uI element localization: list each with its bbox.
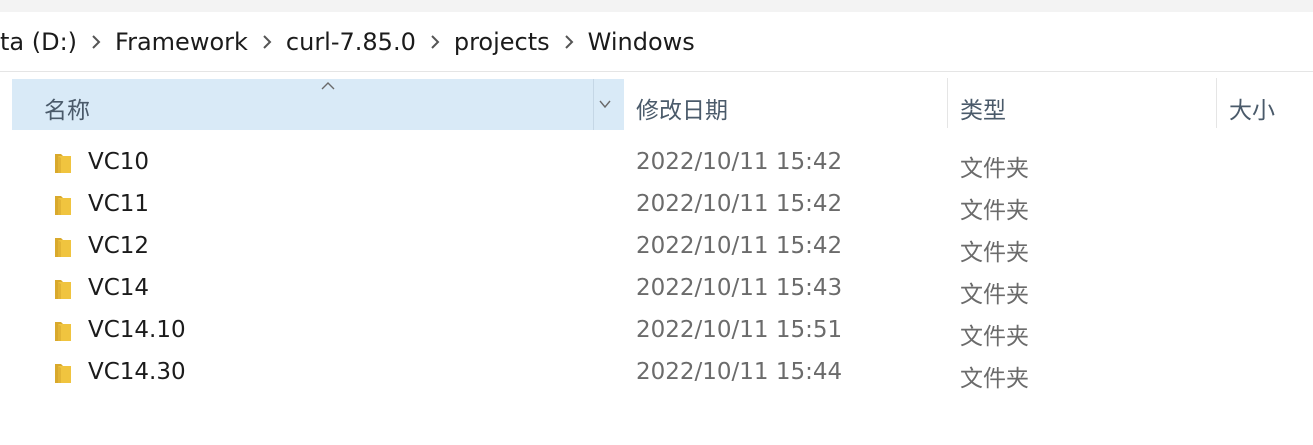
breadcrumb-item-curl[interactable]: curl-7.85.0 xyxy=(286,28,416,56)
file-list: VC10 2022/10/11 15:42 文件夹 VC11 2022/10/11 15… xyxy=(0,142,1313,394)
sort-ascending-icon xyxy=(321,82,335,90)
breadcrumb-chevron-icon[interactable] xyxy=(248,30,286,54)
file-row[interactable]: VC14.30 2022/10/11 15:44 文件夹 xyxy=(0,352,1313,394)
file-row[interactable]: VC14 2022/10/11 15:43 文件夹 xyxy=(0,268,1313,310)
column-header-type-label: 类型 xyxy=(960,98,1006,124)
column-header-split xyxy=(593,79,594,130)
column-header-name-label: 名称 xyxy=(44,98,90,124)
folder-icon xyxy=(55,196,71,215)
folder-icon xyxy=(55,364,71,383)
file-date-modified: 2022/10/11 15:44 xyxy=(636,359,843,385)
file-date-modified: 2022/10/11 15:43 xyxy=(636,275,843,301)
file-row[interactable]: VC12 2022/10/11 15:42 文件夹 xyxy=(0,226,1313,268)
file-name: VC14.10 xyxy=(88,317,186,343)
file-name: VC14 xyxy=(88,275,150,301)
file-type: 文件夹 xyxy=(960,282,1029,308)
column-header-size[interactable]: 大小 xyxy=(1217,79,1313,130)
file-type: 文件夹 xyxy=(960,156,1029,182)
address-bar[interactable]: ta (D:) Framework curl-7.85.0 projects W… xyxy=(0,12,1313,72)
breadcrumb-item-windows[interactable]: Windows xyxy=(588,28,695,56)
column-header-row: 名称 修改日期 类型 大小 xyxy=(0,72,1313,132)
file-type: 文件夹 xyxy=(960,198,1029,224)
column-header-name[interactable]: 名称 xyxy=(12,79,624,130)
file-type: 文件夹 xyxy=(960,240,1029,266)
breadcrumb: ta (D:) Framework curl-7.85.0 projects W… xyxy=(0,12,695,71)
breadcrumb-chevron-icon[interactable] xyxy=(77,30,115,54)
folder-icon xyxy=(55,154,71,173)
file-date-modified: 2022/10/11 15:51 xyxy=(636,317,843,343)
breadcrumb-item-drive[interactable]: ta (D:) xyxy=(0,28,77,56)
chevron-down-icon[interactable] xyxy=(597,96,613,112)
folder-icon xyxy=(55,280,71,299)
file-date-modified: 2022/10/11 15:42 xyxy=(636,233,843,259)
breadcrumb-item-projects[interactable]: projects xyxy=(454,28,550,56)
file-row[interactable]: VC10 2022/10/11 15:42 文件夹 xyxy=(0,142,1313,184)
breadcrumb-chevron-icon[interactable] xyxy=(550,30,588,54)
column-header-date-label: 修改日期 xyxy=(636,98,728,124)
column-header-type[interactable]: 类型 xyxy=(948,79,1217,130)
file-row[interactable]: VC11 2022/10/11 15:42 文件夹 xyxy=(0,184,1313,226)
column-header-date-modified[interactable]: 修改日期 xyxy=(624,79,948,130)
file-name: VC12 xyxy=(88,233,150,259)
breadcrumb-item-framework[interactable]: Framework xyxy=(115,28,248,56)
file-name: VC11 xyxy=(88,191,150,217)
column-header-size-label: 大小 xyxy=(1229,98,1275,124)
folder-icon xyxy=(55,322,71,341)
folder-icon xyxy=(55,238,71,257)
file-date-modified: 2022/10/11 15:42 xyxy=(636,191,843,217)
file-date-modified: 2022/10/11 15:42 xyxy=(636,149,843,175)
file-name: VC14.30 xyxy=(88,359,186,385)
breadcrumb-chevron-icon[interactable] xyxy=(416,30,454,54)
file-type: 文件夹 xyxy=(960,366,1029,392)
file-row[interactable]: VC14.10 2022/10/11 15:51 文件夹 xyxy=(0,310,1313,352)
file-type: 文件夹 xyxy=(960,324,1029,350)
file-name: VC10 xyxy=(88,149,150,175)
